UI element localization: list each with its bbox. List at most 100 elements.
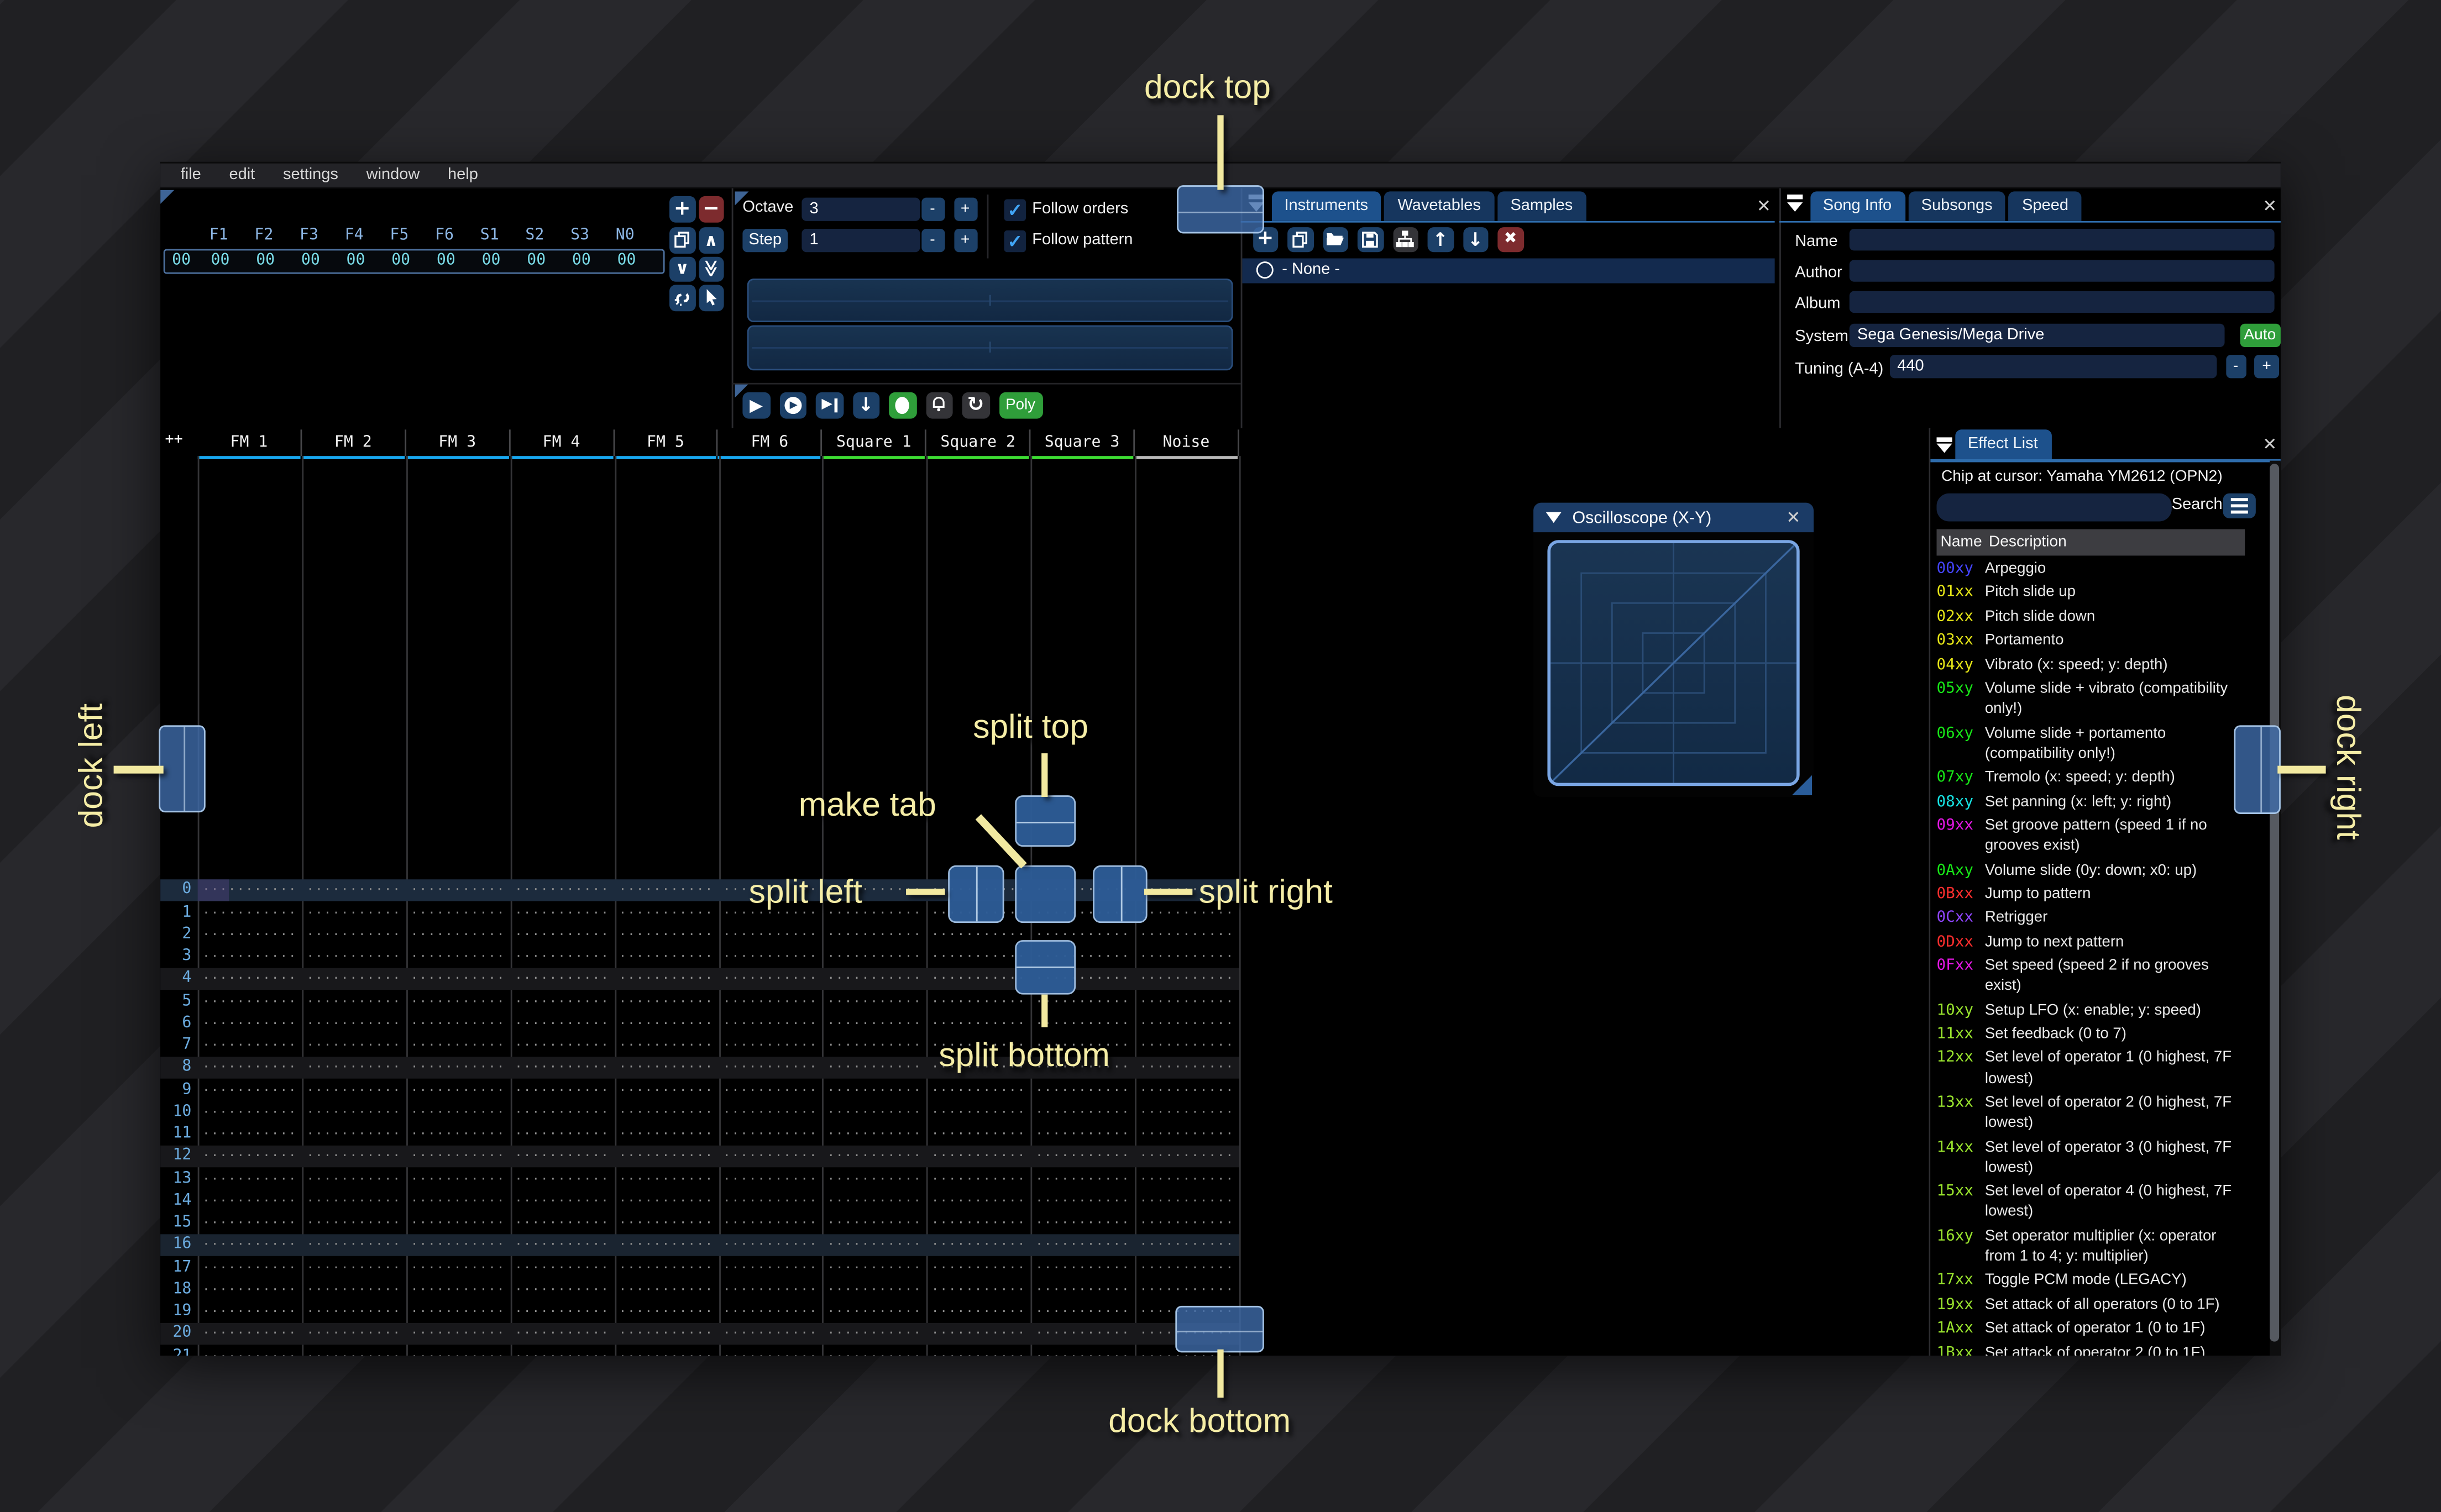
pattern-cell-empty[interactable]: ···········: [406, 1349, 510, 1355]
pattern-cell-empty[interactable]: ···········: [302, 994, 406, 1008]
pattern-cell-empty[interactable]: ···········: [1135, 1060, 1239, 1074]
pattern-cell-empty[interactable]: ···········: [198, 1083, 302, 1096]
pattern-row[interactable]: 1 ··········· ··········· ··········· ······…: [160, 901, 1239, 923]
orders-cell[interactable]: 00: [423, 252, 469, 269]
pattern-row[interactable]: 16 ··········· ··········· ··········· ·····…: [160, 1233, 1239, 1256]
pattern-cell-empty[interactable]: ···········: [614, 1327, 718, 1341]
pattern-cell-empty[interactable]: ···········: [1031, 1127, 1135, 1141]
effect-row[interactable]: 02xx Pitch slide down: [1937, 607, 2248, 627]
pattern-cell-empty[interactable]: ···········: [1031, 1149, 1135, 1163]
pattern-cell-empty[interactable]: ···········: [614, 905, 718, 919]
collapse-panel-icon[interactable]: [1785, 195, 1803, 212]
close-icon[interactable]: ✕: [2260, 195, 2279, 216]
effect-search-input[interactable]: [1936, 492, 2171, 521]
step-input[interactable]: 1: [802, 228, 920, 253]
pattern-cell-empty[interactable]: ···········: [614, 1149, 718, 1163]
pattern-cell-empty[interactable]: ···········: [198, 1172, 302, 1185]
pattern-cell-empty[interactable]: ···········: [510, 1194, 614, 1208]
pattern-cell-empty[interactable]: ···········: [926, 1194, 1030, 1208]
pattern-cell-empty[interactable]: ···········: [719, 1060, 823, 1074]
menu-item-help[interactable]: help: [434, 166, 493, 183]
pattern-cell-empty[interactable]: ···········: [406, 949, 510, 963]
order-move-down-button[interactable]: ∨: [669, 256, 695, 282]
pattern-cell-empty[interactable]: ···········: [406, 1216, 510, 1230]
pattern-cell-empty[interactable]: ···········: [406, 1038, 510, 1052]
pattern-cell-empty[interactable]: ···········: [198, 927, 302, 941]
pattern-cell-empty[interactable]: ···········: [719, 994, 823, 1008]
split-top-target[interactable]: [1014, 795, 1075, 847]
pattern-cell-empty[interactable]: ···········: [614, 1083, 718, 1096]
pattern-cell-empty[interactable]: ···········: [614, 1216, 718, 1230]
orders-cell[interactable]: 00: [333, 252, 379, 269]
metronome-bell-button[interactable]: [925, 391, 953, 419]
channel-header-square-1[interactable]: Square 1: [822, 428, 927, 459]
pattern-cell-empty[interactable]: ···········: [719, 1127, 823, 1141]
pattern-cell-empty[interactable]: ···········: [1031, 1327, 1135, 1341]
effect-row[interactable]: 0Axy Volume slide (0y: down; x0: up): [1937, 860, 2248, 880]
scrollbar[interactable]: [2269, 460, 2280, 1355]
pattern-cell-empty[interactable]: ···········: [1135, 1172, 1239, 1185]
pattern-cell-empty[interactable]: ···········: [1031, 1260, 1135, 1274]
pattern-cell-empty[interactable]: ···········: [198, 1038, 302, 1052]
pattern-cell-empty[interactable]: ···········: [198, 949, 302, 963]
instrument-open-button[interactable]: [1322, 226, 1348, 253]
pattern-cell-empty[interactable]: ···········: [823, 1172, 926, 1185]
pattern-cell-empty[interactable]: ···········: [614, 994, 718, 1008]
pattern-cell-empty[interactable]: ···········: [510, 1149, 614, 1163]
octave-increase-button[interactable]: +: [954, 197, 977, 221]
pattern-cell-empty[interactable]: ···········: [614, 1016, 718, 1030]
instrument-delete-button[interactable]: ✖: [1497, 226, 1523, 253]
dock-top-target[interactable]: [1176, 185, 1264, 233]
pattern-cell-empty[interactable]: ···········: [823, 994, 926, 1008]
instrument-tree-view-icon[interactable]: [1392, 226, 1418, 253]
channel-header-fm-2[interactable]: FM 2: [302, 428, 406, 459]
pattern-cell-empty[interactable]: ···········: [302, 1172, 406, 1185]
play-button[interactable]: ▶: [742, 391, 770, 419]
pattern-cell-empty[interactable]: ···········: [198, 1105, 302, 1119]
step-one-row-button[interactable]: ▶: [815, 391, 844, 419]
pattern-row[interactable]: 9 ··········· ··········· ··········· ······…: [160, 1079, 1239, 1101]
pattern-row[interactable]: 18 ··········· ··········· ··········· ·····…: [160, 1278, 1239, 1300]
pattern-cell-empty[interactable]: ···········: [823, 1038, 926, 1052]
dock-bottom-target[interactable]: [1176, 1305, 1265, 1353]
pattern-cell-empty[interactable]: ···········: [1031, 927, 1135, 941]
dock-right-target[interactable]: [2234, 725, 2280, 813]
pattern-row[interactable]: 13 ··········· ··········· ··········· ·····…: [160, 1167, 1239, 1189]
instrument-move-up-button[interactable]: ↑: [1427, 226, 1454, 253]
pattern-cell-empty[interactable]: ···········: [406, 1016, 510, 1030]
pattern-cell-empty[interactable]: ···········: [926, 1282, 1030, 1296]
pattern-cell-empty[interactable]: ···········: [719, 1216, 823, 1230]
pattern-cell-empty[interactable]: ···········: [614, 1238, 718, 1252]
channel-header-fm-1[interactable]: FM 1: [197, 428, 302, 459]
pattern-cell-empty[interactable]: ···········: [302, 1349, 406, 1355]
pattern-cell-empty[interactable]: ···········: [823, 972, 926, 986]
step-increase-button[interactable]: +: [954, 228, 977, 253]
pattern-cell-empty[interactable]: ···········: [614, 1282, 718, 1296]
pattern-cell-empty[interactable]: ···········: [510, 972, 614, 986]
pattern-cell-empty[interactable]: ···········: [719, 1194, 823, 1208]
pattern-row[interactable]: 20 ··········· ··········· ··········· ·····…: [160, 1322, 1239, 1345]
pattern-cell-empty[interactable]: ···········: [823, 1105, 926, 1119]
instrument-duplicate-button[interactable]: [1287, 226, 1313, 253]
pattern-cell-empty[interactable]: ···········: [510, 994, 614, 1008]
order-remove-button[interactable]: −: [698, 196, 724, 222]
tuning-increase-button[interactable]: +: [2254, 354, 2280, 379]
effect-row[interactable]: 19xx Set attack of all operators (0 to 1F…: [1937, 1295, 2248, 1315]
channel-header-square-3[interactable]: Square 3: [1030, 428, 1135, 459]
orders-cell[interactable]: 00: [288, 252, 333, 269]
orders-cell[interactable]: 00: [378, 252, 423, 269]
follow-orders-checkbox[interactable]: ✓: [1004, 198, 1026, 221]
pattern-cell-empty[interactable]: ···········: [614, 1127, 718, 1141]
pattern-cell-empty[interactable]: ···········: [823, 1016, 926, 1030]
pattern-cell-empty[interactable]: ···········: [198, 1282, 302, 1296]
pattern-cell-empty[interactable]: ···········: [302, 1060, 406, 1074]
pattern-row[interactable]: 6 ··········· ··········· ··········· ······…: [160, 1012, 1239, 1034]
effect-list-menu-button[interactable]: [2223, 492, 2256, 518]
pattern-cell-empty[interactable]: ···········: [719, 1105, 823, 1119]
pattern-cell-empty[interactable]: ···········: [510, 1260, 614, 1274]
pattern-cell-empty[interactable]: ···········: [302, 927, 406, 941]
pattern-cell-empty[interactable]: ···········: [1031, 1238, 1135, 1252]
pattern-cell-empty[interactable]: ···········: [198, 1305, 302, 1319]
pattern-cell-empty[interactable]: ···········: [510, 905, 614, 919]
orders-cell[interactable]: 00: [469, 252, 514, 269]
